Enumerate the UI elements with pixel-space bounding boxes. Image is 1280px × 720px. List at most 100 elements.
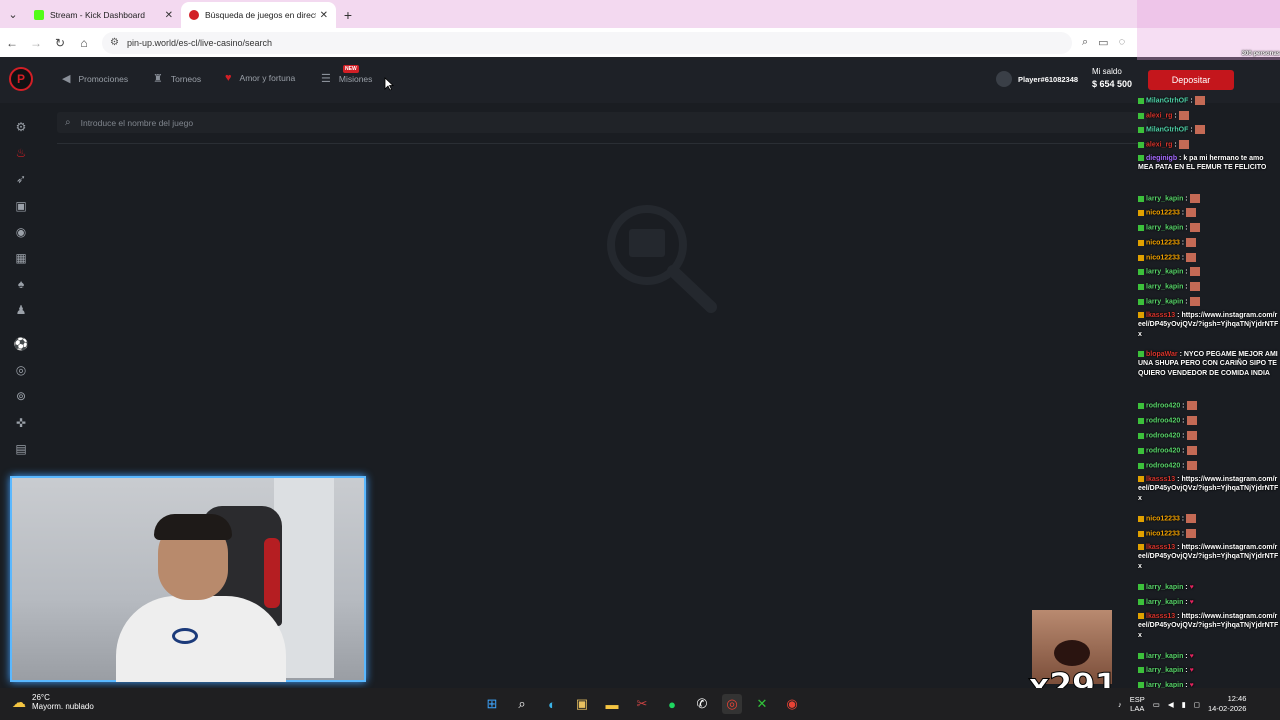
chat-username: alexi_rg	[1146, 112, 1173, 120]
clock-time: 12:46	[1227, 694, 1247, 704]
spotify-icon[interactable]: ●	[662, 694, 682, 714]
emote-icon	[1189, 297, 1200, 306]
pinup-logo[interactable]: P	[9, 67, 33, 91]
tab-kick-dashboard[interactable]: Stream - Kick Dashboard ✕	[26, 2, 181, 28]
nav-promociones[interactable]: ◀ Promociones	[62, 72, 128, 85]
eye-off-icon[interactable]: ◌	[1119, 36, 1126, 49]
chat-username: blopaWar	[1146, 351, 1178, 358]
webcam-overlay	[10, 476, 366, 682]
file-explorer-icon[interactable]: ▬	[602, 694, 622, 714]
verified-badge-icon	[1138, 447, 1144, 454]
chat-username: nico12233	[1146, 209, 1180, 217]
chat-username: nico12233	[1146, 239, 1180, 247]
username: Player#61082348	[1018, 74, 1079, 84]
news-icon[interactable]: ▤	[13, 441, 29, 457]
chat-username: larry_kapin	[1146, 667, 1184, 674]
gamepad-icon[interactable]: ✜	[13, 415, 29, 431]
close-tab-icon[interactable]: ✕	[165, 10, 173, 21]
live-icon[interactable]: ◉	[13, 224, 29, 240]
battery-icon[interactable]: ▮	[1182, 700, 1186, 709]
user-profile[interactable]: Player#61082348	[996, 71, 1078, 87]
emote-icon	[1186, 529, 1197, 538]
windows-start-icon[interactable]: ⊞	[482, 694, 502, 714]
home-icon[interactable]: ⌂	[72, 36, 96, 50]
chat-message: rodroo420 :	[1138, 446, 1280, 456]
edge-icon[interactable]: ◐	[542, 694, 562, 714]
tab-live-search[interactable]: Búsqueda de juegos en directo ✕	[181, 2, 336, 28]
heart-emote-icon: ♥	[1189, 653, 1194, 660]
notification-icon[interactable]: ◻	[1194, 700, 1200, 709]
reload-icon[interactable]: ↻	[48, 36, 72, 50]
empty-search-icon	[607, 205, 717, 313]
emote-icon	[1186, 461, 1197, 470]
new-badge: NEW	[343, 65, 359, 73]
rocket-icon[interactable]: ➶	[13, 171, 29, 187]
weather-widget[interactable]: ☁ 26°C Mayorm. nublado	[12, 693, 94, 711]
cast-icon[interactable]: ▭	[1098, 36, 1108, 49]
chat-message: lkasss13 : https://www.instagram.com/ree…	[1138, 544, 1279, 570]
nav-misiones[interactable]: ☰ Misiones	[321, 72, 372, 85]
chat-username: lkasss13	[1146, 544, 1176, 551]
volume-icon[interactable]: ◀	[1168, 700, 1174, 709]
dealer-icon[interactable]: ♟	[13, 302, 29, 318]
verified-badge-icon	[1138, 112, 1144, 119]
site-info-icon[interactable]: ⚙	[110, 37, 119, 48]
nav-amor-y-fortuna[interactable]: ♥ Amor y fortuna	[225, 72, 295, 84]
forward-icon[interactable]: →	[24, 36, 48, 50]
xbox-icon[interactable]: ✕	[752, 694, 772, 714]
tab-title: Búsqueda de juegos en directo	[205, 10, 316, 20]
roulette-icon[interactable]: ◎	[13, 362, 29, 378]
game-search-input[interactable]: ⌕ Introduce el nombre del juego	[57, 112, 1147, 133]
chat-message: larry_kapin : ♥	[1138, 681, 1280, 688]
url-field[interactable]: ⚙ pin-up.world/es-cl/live-casino/search	[102, 31, 1072, 54]
search-icon[interactable]: ⌕	[512, 694, 532, 714]
new-tab-button[interactable]: +	[336, 2, 360, 28]
chat-message: larry_kapin :	[1138, 223, 1280, 233]
sports-icon[interactable]: ⚽	[13, 336, 29, 352]
verified-badge-icon	[1138, 462, 1144, 469]
clock[interactable]: 12:46 14-02-2026	[1208, 694, 1246, 714]
back-icon[interactable]: ←	[0, 36, 24, 50]
zoom-icon[interactable]: ⌕	[1082, 36, 1088, 49]
verified-badge-icon	[1138, 195, 1144, 202]
chat-message: lkasss13 : https://www.instagram.com/ree…	[1138, 476, 1279, 502]
emote-icon	[1189, 223, 1200, 232]
fire-icon[interactable]: ♨	[13, 145, 29, 161]
tab-title: Stream - Kick Dashboard	[50, 10, 145, 20]
chat-username: larry_kapin	[1146, 195, 1184, 203]
avatar	[996, 71, 1012, 87]
mic-icon[interactable]: ♪	[1118, 700, 1122, 709]
chat-username: larry_kapin	[1146, 224, 1184, 232]
stream-chat-overlay: 300 personas MilanGtrhOF : alexi_rg : Mi…	[1137, 0, 1280, 688]
tv-icon[interactable]: ▣	[13, 198, 29, 214]
nav-torneos[interactable]: ♜ Torneos	[153, 72, 201, 85]
slot-icon[interactable]: ▦	[13, 250, 29, 266]
emote-icon	[1186, 446, 1197, 455]
balance-box[interactable]: Mi saldo $ 654 500	[1092, 67, 1132, 89]
chat-username: MilanGtrhOF	[1146, 97, 1189, 105]
chrome-icon[interactable]: ◎	[722, 694, 742, 714]
sub-badge-icon	[1138, 476, 1144, 483]
search-placeholder: Introduce el nombre del juego	[80, 117, 194, 128]
chat-message: MilanGtrhOF :	[1138, 96, 1280, 106]
language-indicator[interactable]: ESP LAA	[1130, 695, 1145, 713]
chat-message: nico12233 :	[1138, 253, 1280, 263]
emote-icon	[1189, 267, 1200, 276]
tab-search-icon[interactable]: ⌄	[0, 0, 26, 28]
whatsapp-icon[interactable]: ✆	[692, 694, 712, 714]
verified-badge-icon	[1138, 283, 1144, 290]
heart-emote-icon: ♥	[1189, 599, 1194, 606]
lang-layout: LAA	[1130, 704, 1145, 713]
gear-icon[interactable]: ⚙	[13, 119, 29, 135]
cards-icon[interactable]: ♠	[13, 276, 29, 292]
emote-icon	[1186, 253, 1197, 262]
wheel-icon[interactable]: ⊚	[13, 388, 29, 404]
heart-emote-icon: ♥	[1189, 584, 1194, 591]
recorder-icon[interactable]: ◉	[782, 694, 802, 714]
snipping-tool-icon[interactable]: ✂	[632, 694, 652, 714]
verified-badge-icon	[1138, 351, 1144, 358]
network-icon[interactable]: ▭	[1153, 700, 1160, 709]
system-tray: ♪ ESP LAA ▭ ◀ ▮ ◻ 12:46 14-02-2026	[1118, 688, 1246, 720]
store-icon[interactable]: ▣	[572, 694, 592, 714]
close-tab-icon[interactable]: ✕	[320, 10, 328, 21]
